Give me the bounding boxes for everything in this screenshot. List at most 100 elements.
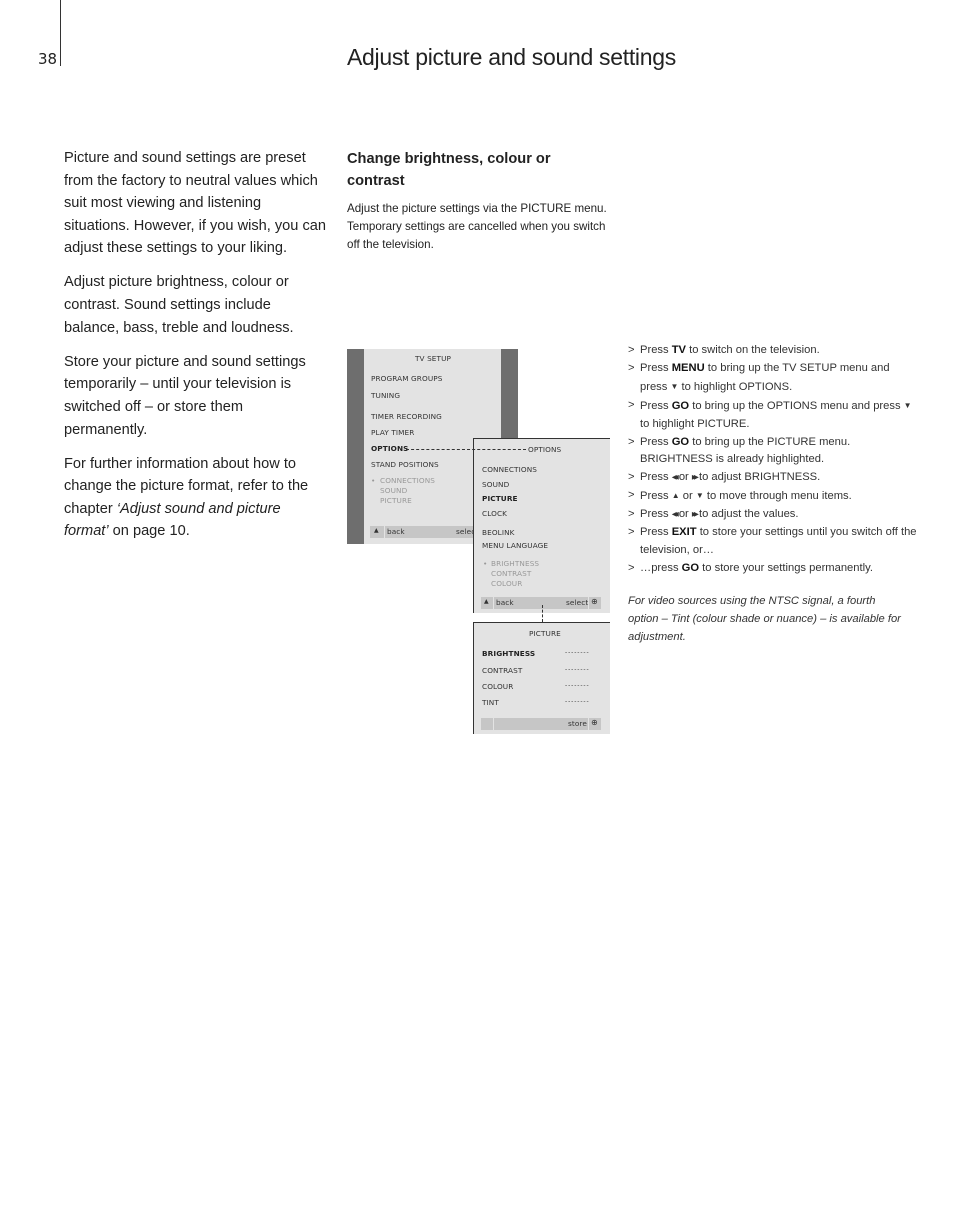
- section-heading: Change brightness, colour or contrast: [347, 151, 551, 189]
- select-label: select: [566, 598, 589, 607]
- connector-line: [406, 449, 526, 450]
- menu-item: TUNING: [371, 391, 401, 400]
- submenu-item: COLOUR: [491, 579, 523, 588]
- step-text: to adjust the values.: [695, 508, 799, 521]
- menu-item: CLOCK: [482, 509, 508, 518]
- intro-paragraph: Picture and sound settings are preset fr…: [64, 150, 327, 257]
- step-text: Press: [640, 435, 672, 448]
- menu-title: TV SETUP: [415, 354, 452, 363]
- step-marker: >: [628, 435, 635, 448]
- text: on page 10.: [108, 523, 190, 540]
- value-placeholder: - - - - - - - -: [565, 698, 589, 705]
- intro-paragraph: For further information about how to cha…: [64, 453, 326, 543]
- step-text: or: [679, 490, 696, 503]
- remote-key: MENU: [671, 361, 705, 374]
- menu-footer-bar: back select: [494, 597, 588, 609]
- step-text: or: [675, 508, 692, 521]
- up-arrow-icon: ▲: [481, 597, 493, 609]
- instruction-step: > Press ▲ or ▼ to move through menu items…: [628, 487, 918, 506]
- step-marker: >: [628, 561, 635, 574]
- step-marker: >: [628, 526, 635, 539]
- step-text: to bring up the OPTIONS menu and press: [689, 399, 904, 412]
- go-icon: ⊕: [589, 718, 601, 730]
- step-text: …press: [640, 561, 682, 574]
- instruction-steps: > Press TV to switch on the television. > P…: [628, 342, 918, 578]
- menu-item: CONTRAST: [482, 666, 523, 675]
- go-icon: ⊕: [589, 597, 601, 609]
- step-text: to highlight PICTURE.: [640, 417, 750, 430]
- instruction-step: > Press ◀◀ or ▶▶ to adjust BRIGHTNESS.: [628, 469, 918, 487]
- menu-item: SOUND: [482, 480, 510, 489]
- value-placeholder: - - - - - - - -: [565, 682, 589, 689]
- instruction-step: > Press GO to bring up the PICTURE menu. …: [628, 434, 918, 470]
- step-marker: >: [628, 344, 635, 356]
- menu-title: OPTIONS: [528, 445, 562, 454]
- step-text: to switch on the television.: [686, 344, 820, 356]
- remote-key: TV: [671, 344, 687, 356]
- up-button-icon: ▲: [671, 491, 680, 501]
- intro-paragraph: Store your picture and sound settings te…: [64, 353, 306, 438]
- ntsc-note: For video sources using the NTSC signal,…: [628, 595, 901, 643]
- instruction-step: > Press EXIT to store your settings until…: [628, 524, 918, 560]
- back-label: back: [496, 598, 514, 607]
- menu-item: TINT: [482, 698, 499, 707]
- menu-item: COLOUR: [482, 682, 514, 691]
- step-text: Press: [640, 361, 672, 374]
- down-button-icon: ▼: [695, 491, 704, 501]
- menu-item: PROGRAM GROUPS: [371, 374, 443, 383]
- step-text: to move through menu items.: [703, 490, 852, 503]
- step-text: to store your settings permanently.: [699, 561, 873, 574]
- margin-rule: [60, 0, 61, 66]
- value-placeholder: - - - - - - - -: [565, 666, 589, 673]
- remote-key: GO: [671, 399, 690, 412]
- step-marker: >: [628, 361, 635, 374]
- menu-item: STAND POSITIONS: [371, 460, 439, 469]
- step-text: Press: [640, 508, 672, 521]
- menu-item: CONNECTIONS: [482, 465, 538, 474]
- instruction-step: > Press GO to bring up the OPTIONS menu a…: [628, 397, 918, 434]
- submenu-item: CONTRAST: [491, 569, 532, 578]
- bullet: •: [483, 559, 488, 568]
- up-arrow-icon: ▲: [370, 526, 384, 538]
- submenu-item: SOUND: [380, 486, 408, 495]
- instruction-step: > …press GO to store your settings perman…: [628, 560, 918, 578]
- step-text: Press: [640, 490, 672, 503]
- menu-title: PICTURE: [529, 629, 561, 638]
- picture-menu: PICTURE BRIGHTNESS CONTRAST COLOUR TINT …: [473, 622, 610, 734]
- step-text: to adjust BRIGHTNESS.: [695, 471, 821, 484]
- menu-item: PLAY TIMER: [371, 428, 415, 437]
- down-button-icon: ▼: [903, 400, 912, 410]
- options-menu: OPTIONS CONNECTIONS SOUND PICTURE CLOCK …: [473, 438, 610, 613]
- menu-footer-bar: store: [494, 718, 588, 730]
- step-text: to highlight OPTIONS.: [678, 380, 793, 393]
- menu-item-highlighted: OPTIONS: [371, 444, 409, 453]
- menu-item-highlighted: BRIGHTNESS: [482, 649, 536, 658]
- submenu-item: PICTURE: [380, 496, 412, 505]
- intro-text: Picture and sound settings are preset fr…: [64, 147, 326, 555]
- page-title: Adjust picture and sound settings: [347, 44, 676, 70]
- step-text: or: [675, 471, 692, 484]
- step-text: Press: [640, 526, 672, 539]
- remote-key: EXIT: [671, 526, 697, 539]
- bullet: •: [371, 476, 376, 485]
- back-label: back: [387, 527, 405, 536]
- section-description: Adjust the picture settings via the PICT…: [347, 202, 607, 251]
- step-text: Press: [640, 344, 672, 356]
- page-number: 38: [38, 50, 58, 68]
- instruction-step: > Press TV to switch on the television.: [628, 342, 918, 360]
- instruction-step: > Press MENU to bring up the TV SETUP men…: [628, 360, 918, 397]
- menu-footer-blank: [481, 718, 493, 730]
- step-marker: >: [628, 489, 635, 502]
- menu-item: BEOLINK: [482, 528, 515, 537]
- submenu-item: BRIGHTNESS: [491, 559, 540, 568]
- step-text: Press: [640, 399, 672, 412]
- step-marker: >: [628, 398, 635, 411]
- instruction-step: > Press ◀◀ or ▶▶ to adjust the values.: [628, 506, 918, 524]
- step-text: Press: [640, 471, 672, 484]
- submenu-item: CONNECTIONS: [380, 476, 436, 485]
- menu-item: TIMER RECORDING: [371, 412, 442, 421]
- menu-item: MENU LANGUAGE: [482, 541, 549, 550]
- intro-paragraph: Adjust picture brightness, colour or con…: [64, 274, 294, 336]
- step-marker: >: [628, 508, 635, 521]
- remote-key: GO: [671, 435, 690, 448]
